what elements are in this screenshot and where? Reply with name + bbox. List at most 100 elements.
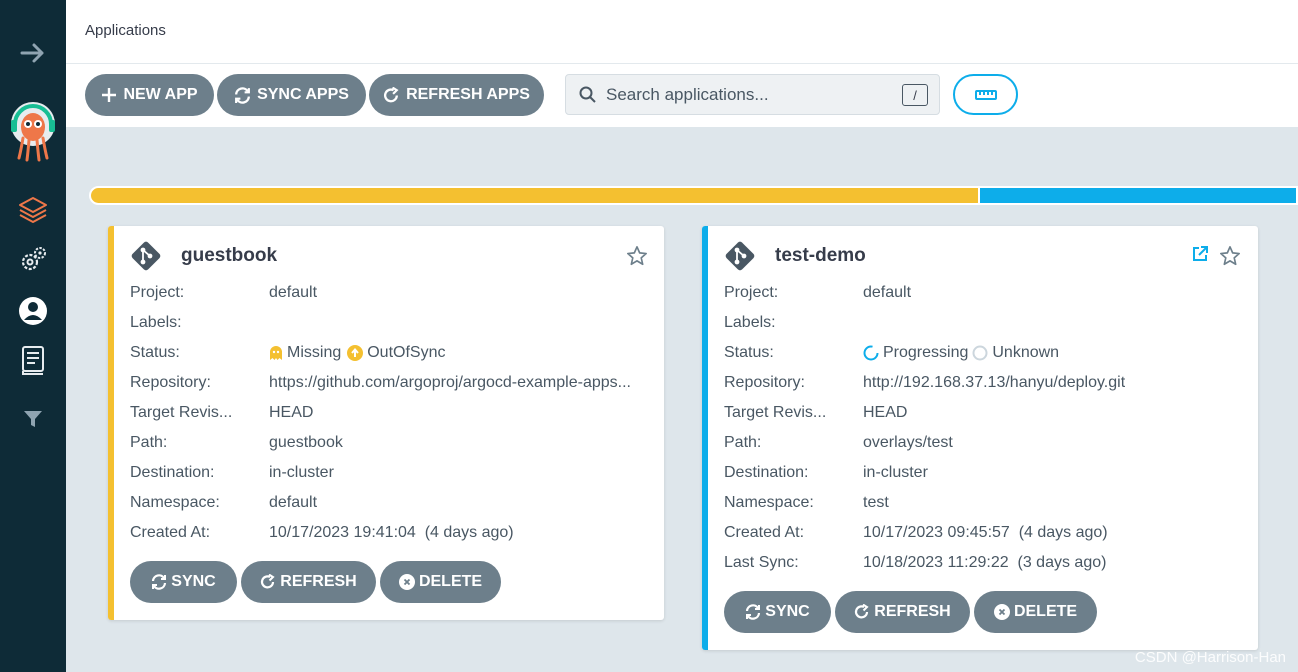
labels-row: Labels:	[724, 308, 1125, 338]
sync-button[interactable]: SYNC	[130, 561, 237, 603]
plus-icon	[102, 88, 117, 102]
app-card-test-demo[interactable]: test-demo Project: default Labels: Status…	[702, 226, 1258, 650]
destination-label: Destination:	[130, 464, 215, 481]
refresh-button[interactable]: REFRESH	[835, 591, 970, 633]
delete-label: DELETE	[1013, 603, 1078, 620]
card-accent-stripe	[108, 226, 114, 620]
sync-status: Unknown	[992, 344, 1060, 361]
new-app-label: NEW APP	[123, 86, 198, 103]
favorite-star-icon[interactable]	[1219, 245, 1241, 267]
destination-label: Destination:	[724, 464, 809, 481]
top-bar: Applications	[66, 0, 1298, 64]
refresh-icon	[384, 86, 399, 102]
git-icon	[131, 241, 161, 271]
repository-value: http://192.168.37.13/hanyu/deploy.git	[863, 374, 1126, 391]
project-row: Project: default	[130, 278, 631, 308]
status-row: Status: Missing OutOfSync	[130, 338, 631, 368]
namespace-label: Namespace:	[130, 494, 220, 511]
card-accent-stripe	[702, 226, 708, 650]
app-name[interactable]: test-demo	[775, 245, 866, 267]
search-box: /	[565, 74, 940, 115]
new-app-button[interactable]: NEW APP	[85, 74, 214, 116]
refresh-button[interactable]: REFRESH	[241, 561, 376, 603]
refresh-label: REFRESH	[874, 603, 951, 620]
target-revision-label: Target Revis...	[724, 404, 827, 421]
sync-label: SYNC	[765, 603, 810, 620]
repository-row: Repository: http://192.168.37.13/hanyu/de…	[724, 368, 1125, 398]
repository-value: https://github.com/argoproj/argocd-examp…	[269, 374, 631, 391]
app-name[interactable]: guestbook	[181, 245, 277, 267]
argo-logo-icon[interactable]	[0, 100, 66, 162]
namespace-row: Namespace: test	[724, 488, 1125, 518]
toolbar: NEW APP SYNC APPS REFRESH APPS /	[66, 64, 1298, 127]
sync-status-bar	[89, 186, 1298, 205]
expand-sidebar-icon[interactable]	[0, 38, 66, 68]
git-icon	[725, 241, 755, 271]
sync-icon	[746, 604, 761, 620]
project-row: Project: default	[724, 278, 1125, 308]
refresh-apps-button[interactable]: REFRESH APPS	[369, 74, 544, 116]
project-label: Project:	[130, 284, 185, 301]
search-shortcut-key: /	[902, 84, 928, 106]
refresh-label: REFRESH	[280, 573, 357, 590]
target-revision-row: Target Revis... HEAD	[724, 398, 1125, 428]
refresh-apps-label: REFRESH APPS	[406, 86, 530, 103]
progressing-spinner-icon	[863, 345, 879, 361]
sync-apps-button[interactable]: SYNC APPS	[217, 74, 366, 116]
path-row: Path: overlays/test	[724, 428, 1125, 458]
path-value: guestbook	[269, 434, 343, 451]
status-label: Status:	[130, 344, 180, 361]
sync-button[interactable]: SYNC	[724, 591, 831, 633]
status-row: Status: Progressing Unknown	[724, 338, 1125, 368]
status-bar-progressing-segment[interactable]	[980, 186, 1298, 205]
destination-row: Destination: in-cluster	[130, 458, 631, 488]
missing-ghost-icon	[270, 346, 282, 360]
repository-label: Repository:	[130, 374, 211, 391]
namespace-value: test	[863, 494, 889, 511]
path-value: overlays/test	[863, 434, 953, 451]
filter-icon[interactable]	[0, 406, 66, 432]
project-label: Project:	[724, 284, 779, 301]
sync-status: OutOfSync	[367, 344, 446, 361]
sync-icon	[235, 86, 251, 104]
path-row: Path: guestbook	[130, 428, 631, 458]
search-input[interactable]	[606, 84, 886, 105]
created-at-value: 10/17/2023 09:45:57 (4 days ago)	[863, 524, 1108, 541]
labels-label: Labels:	[724, 314, 776, 331]
path-label: Path:	[130, 434, 168, 451]
created-at-row: Created At: 10/17/2023 19:41:04 (4 days a…	[130, 518, 631, 548]
labels-row: Labels:	[130, 308, 631, 338]
search-icon	[579, 86, 596, 103]
sidebar	[0, 0, 66, 672]
last-sync-value: 10/18/2023 11:29:22 (3 days ago)	[863, 554, 1107, 571]
view-toggle-button[interactable]	[953, 74, 1018, 115]
delete-button[interactable]: DELETE	[380, 561, 501, 603]
favorite-star-icon[interactable]	[626, 245, 648, 267]
delete-x-circle-icon	[993, 604, 1010, 620]
sync-apps-label: SYNC APPS	[257, 86, 349, 103]
user-account-icon[interactable]	[0, 295, 66, 327]
status-bar-out-of-sync-segment[interactable]	[89, 186, 980, 205]
target-revision-value: HEAD	[269, 404, 314, 421]
project-value: default	[269, 284, 318, 301]
refresh-icon	[855, 604, 869, 619]
unknown-circle-icon	[972, 345, 988, 361]
target-revision-row: Target Revis... HEAD	[130, 398, 631, 428]
destination-value: in-cluster	[269, 464, 334, 481]
delete-label: DELETE	[418, 573, 483, 590]
repository-label: Repository:	[724, 374, 805, 391]
status-label: Status:	[724, 344, 774, 361]
health-status: Missing	[287, 344, 342, 361]
applications-layers-icon[interactable]	[0, 194, 66, 226]
repository-row: Repository: https://github.com/argoproj/a…	[130, 368, 631, 398]
project-value: default	[863, 284, 912, 301]
sync-icon	[152, 574, 167, 590]
app-card-guestbook[interactable]: guestbook Project: default Labels: Status…	[108, 226, 664, 620]
delete-button[interactable]: DELETE	[974, 591, 1097, 633]
labels-label: Labels:	[130, 314, 182, 331]
target-revision-value: HEAD	[863, 404, 908, 421]
documentation-icon[interactable]	[0, 344, 66, 376]
settings-gear-icon[interactable]	[0, 244, 66, 276]
namespace-row: Namespace: default	[130, 488, 631, 518]
external-link-icon[interactable]	[1191, 245, 1209, 263]
